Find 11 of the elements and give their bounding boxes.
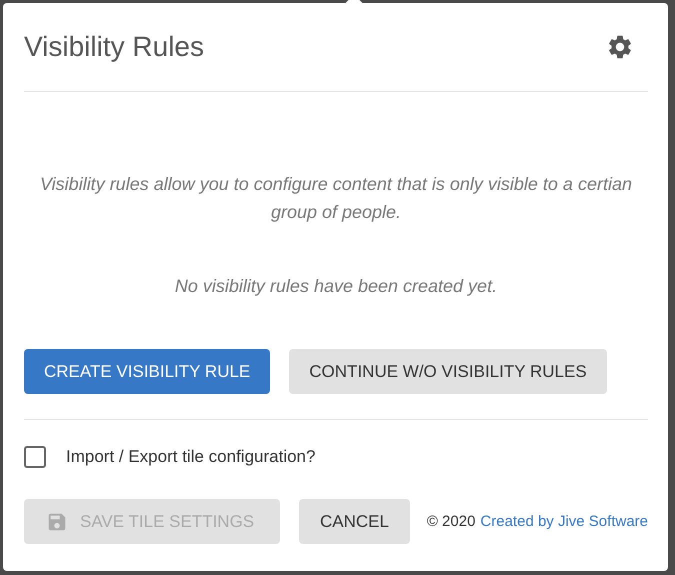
settings-icon[interactable] [606,33,634,61]
copyright-text: © 2020 [426,513,476,530]
cancel-button[interactable]: CANCEL [299,499,410,544]
create-rule-button[interactable]: CREATE VISIBILITY RULE [24,349,270,394]
checkbox[interactable] [24,446,46,468]
dialog-title: Visibility Rules [24,31,204,63]
checkbox-label: Import / Export tile configuration? [66,447,316,467]
credits-link[interactable]: Created by Jive Software [480,513,648,530]
empty-message: No visibility rules have been created yet. [174,276,498,297]
intro-text: Visibility rules allow you to configure content that is only visible to a certian group of people. [39,173,633,224]
continue-button[interactable]: CONTINUE W/O VISIBILITY RULES [289,349,607,394]
